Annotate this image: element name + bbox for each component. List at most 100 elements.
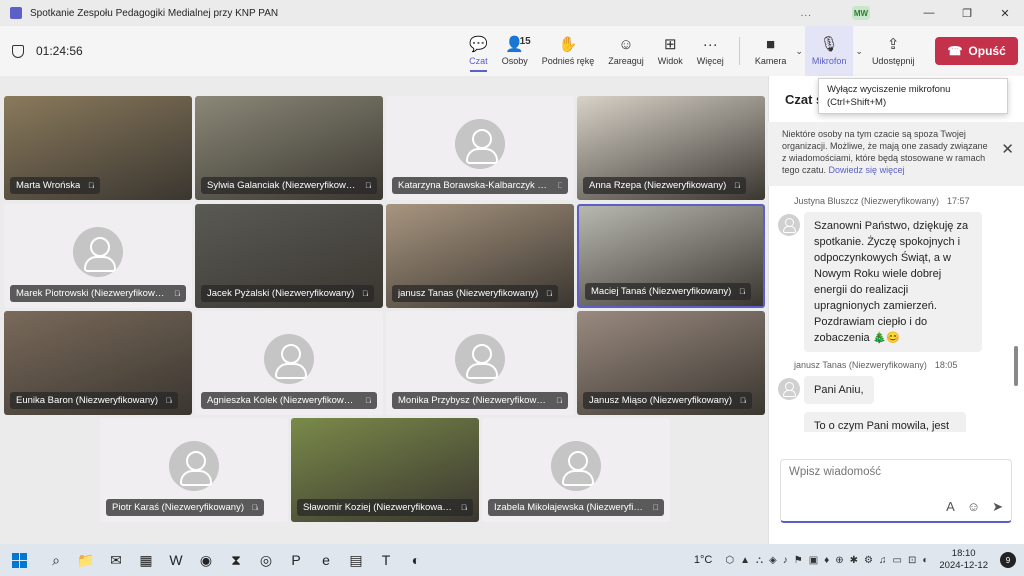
tray-icon[interactable]: ▣ bbox=[809, 555, 818, 566]
participant-tile[interactable]: Sławomir Koziej (Niezweryfikowany) 🎙̸ bbox=[291, 418, 479, 522]
participant-tile[interactable]: Eunika Baron (Niezweryfikowany) 🎙̸ bbox=[4, 311, 192, 415]
default-avatar-icon bbox=[455, 333, 505, 384]
participant-tile[interactable]: Marta Wrońska 🎙̸ bbox=[4, 96, 192, 200]
tray-icon[interactable]: ⬡ bbox=[725, 555, 734, 566]
raise-hand-button[interactable]: ✋ Podnieś rękę bbox=[535, 26, 602, 76]
participant-tile[interactable]: Marek Piotrowski (Niezweryfikowany) 🎙̸ bbox=[4, 204, 192, 308]
tray-icon[interactable]: ⊡ bbox=[908, 555, 916, 566]
tray-icon[interactable]: ♦ bbox=[824, 555, 829, 566]
shield-icon bbox=[12, 44, 24, 58]
grid-icon: ⊞ bbox=[664, 36, 677, 53]
tray-icon[interactable]: ◐ bbox=[922, 555, 928, 566]
participant-tile[interactable]: Janusz Miąso (Niezweryfikowany) 🎙̸ bbox=[577, 311, 765, 415]
tray-icon[interactable]: ⚙ bbox=[864, 555, 873, 566]
tray-icon[interactable]: ▲ bbox=[740, 555, 750, 566]
hand-icon: ✋ bbox=[558, 36, 578, 53]
tray-icon[interactable]: ⊕ bbox=[835, 555, 843, 566]
camera-icon: ■ bbox=[766, 36, 776, 53]
user-avatar[interactable]: MW bbox=[852, 6, 870, 20]
minimize-button[interactable]: — bbox=[910, 7, 948, 19]
muted-mic-icon: 🎙̸ bbox=[653, 503, 658, 512]
default-avatar-icon bbox=[455, 118, 505, 169]
tray-icon[interactable]: ♪ bbox=[783, 555, 788, 566]
tray-icon[interactable]: ⛬ bbox=[756, 555, 763, 566]
external-users-notice: Niektóre osoby na tym czacie są spoza Tw… bbox=[768, 122, 1024, 186]
chat-message: Pani Aniu, bbox=[768, 376, 1024, 404]
participant-tile[interactable]: Piotr Karaś (Niezweryfikowany) 🎙̸ bbox=[100, 418, 288, 522]
taskbar-app-icon[interactable]: ⌕ bbox=[44, 550, 68, 570]
participant-name: Maciej Tanaś (Niezweryfikowany) bbox=[591, 286, 732, 297]
emoji-icon[interactable]: ☺ bbox=[967, 499, 980, 515]
people-button[interactable]: 👤 15 Osoby bbox=[495, 26, 535, 76]
tray-icon[interactable]: ◈ bbox=[769, 555, 777, 566]
participant-name-label: Izabela Mikołajewska (Niezweryfikowany) 🎙… bbox=[488, 499, 664, 516]
participant-name-label: Piotr Karaś (Niezweryfikowany) 🎙̸ bbox=[106, 499, 264, 516]
taskbar-app-icon[interactable]: ▦ bbox=[134, 550, 158, 570]
taskbar-app-icon[interactable]: T bbox=[374, 550, 398, 570]
chat-scrollbar[interactable] bbox=[1014, 346, 1018, 386]
taskbar-app-icon[interactable]: W bbox=[164, 550, 188, 570]
more-button[interactable]: ··· Więcej bbox=[690, 26, 731, 76]
taskbar-app-icon[interactable]: ▤ bbox=[344, 550, 368, 570]
send-icon[interactable]: ➤ bbox=[992, 499, 1003, 515]
leave-button[interactable]: ☎ Opuść bbox=[935, 37, 1018, 65]
tray-icon[interactable]: ⚑ bbox=[794, 555, 803, 566]
muted-mic-icon: 🎙̸ bbox=[739, 287, 746, 296]
clock[interactable]: 18:10 2024-12-12 bbox=[939, 548, 988, 572]
taskbar-app-icon[interactable]: P bbox=[284, 550, 308, 570]
weather-widget[interactable]: 1°C bbox=[694, 554, 712, 566]
taskbar-app-icon[interactable]: 📁 bbox=[74, 550, 98, 570]
tray-icons: ⬡ ▲ ⛬ ◈ ♪ ⚑ ▣ ♦ ⊕ ✱ ⚙ ♫ ▭ ⊡ ◐ bbox=[722, 555, 931, 566]
default-avatar-icon bbox=[264, 333, 314, 384]
more-options-icon[interactable]: ... bbox=[801, 8, 812, 19]
camera-button[interactable]: ■ Kamera bbox=[748, 26, 794, 76]
message-bubble: Pani Aniu, bbox=[804, 376, 874, 404]
view-button[interactable]: ⊞ Widok bbox=[651, 26, 690, 76]
participant-name: janusz Tanas (Niezweryfikowany) bbox=[398, 288, 539, 299]
chat-messages: Justyna Bluszcz (Niezweryfikowany) 17:57 … bbox=[768, 196, 1024, 432]
taskbar-app-icon[interactable]: ✉ bbox=[104, 550, 128, 570]
restore-button[interactable]: ❐ bbox=[948, 7, 986, 20]
muted-mic-icon: 🎙̸ bbox=[734, 181, 741, 190]
smile-icon: ☺ bbox=[618, 36, 634, 53]
participant-name: Izabela Mikołajewska (Niezweryfikowany) bbox=[494, 502, 645, 513]
participant-tile[interactable]: Agnieszka Kolek (Niezweryfikowany) 🎙̸ bbox=[195, 311, 383, 415]
format-icon[interactable]: A bbox=[946, 499, 955, 515]
windows-start-icon[interactable] bbox=[12, 552, 27, 568]
mic-options-chevron-icon[interactable]: ⌄ bbox=[853, 46, 865, 57]
compose-tools: A ☺ ➤ bbox=[946, 499, 1003, 515]
muted-mic-icon: 🎙̸ bbox=[251, 503, 258, 512]
taskbar-app-icon[interactable]: ◐ bbox=[404, 550, 428, 570]
message-meta: Justyna Bluszcz (Niezweryfikowany) 17:57 bbox=[794, 196, 970, 206]
react-button[interactable]: ☺ Zareaguj bbox=[601, 26, 651, 76]
participant-tile[interactable]: Monika Przybysz (Niezweryfikowany) 🎙̸ bbox=[386, 311, 574, 415]
participant-tile[interactable]: janusz Tanas (Niezweryfikowany) 🎙̸ bbox=[386, 204, 574, 308]
taskbar-app-icon[interactable]: ◉ bbox=[194, 550, 218, 570]
toolbar-divider bbox=[738, 37, 740, 65]
share-button[interactable]: ⇪ Udostępnij bbox=[865, 26, 922, 76]
camera-options-chevron-icon[interactable]: ⌄ bbox=[793, 46, 805, 57]
learn-more-link[interactable]: Dowiedz się więcej bbox=[829, 165, 905, 175]
taskbar-app-icon[interactable]: ◎ bbox=[254, 550, 278, 570]
user-avatar-icon bbox=[778, 378, 800, 400]
participant-tile[interactable]: Sylwia Galanciak (Niezweryfikowany) 🎙̸ bbox=[195, 96, 383, 200]
chat-button[interactable]: 💬 Czat bbox=[462, 26, 495, 76]
participant-tile[interactable]: Maciej Tanaś (Niezweryfikowany) 🎙̸ bbox=[577, 204, 765, 308]
notification-badge[interactable]: 9 bbox=[1000, 552, 1016, 568]
taskbar-app-icon[interactable]: e bbox=[314, 550, 338, 570]
microphone-button[interactable]: 🎙 Mikrofon bbox=[804, 26, 854, 76]
taskbar-app-icon[interactable]: ⧗ bbox=[224, 550, 248, 570]
close-notice-icon[interactable]: ✕ bbox=[1001, 142, 1014, 157]
participant-tile[interactable]: Jacek Pyżalski (Niezweryfikowany) 🎙̸ bbox=[195, 204, 383, 308]
tray-icon[interactable]: ✱ bbox=[850, 555, 858, 566]
participant-name-label: Katarzyna Borawska-Kalbarczyk (Niezweryf… bbox=[392, 177, 568, 194]
participant-tile[interactable]: Anna Rzepa (Niezweryfikowany) 🎙̸ bbox=[577, 96, 765, 200]
participant-tile[interactable]: Katarzyna Borawska-Kalbarczyk (Niezweryf… bbox=[386, 96, 574, 200]
participant-name-label: janusz Tanas (Niezweryfikowany) 🎙̸ bbox=[392, 285, 559, 302]
close-window-button[interactable]: ✕ bbox=[986, 7, 1024, 20]
participant-tile[interactable]: Izabela Mikołajewska (Niezweryfikowany) 🎙… bbox=[482, 418, 670, 522]
participant-name-label: Anna Rzepa (Niezweryfikowany) 🎙̸ bbox=[583, 177, 747, 194]
message-input[interactable] bbox=[789, 466, 999, 478]
tray-icon[interactable]: ▭ bbox=[893, 555, 902, 566]
tray-icon[interactable]: ♫ bbox=[879, 555, 887, 566]
